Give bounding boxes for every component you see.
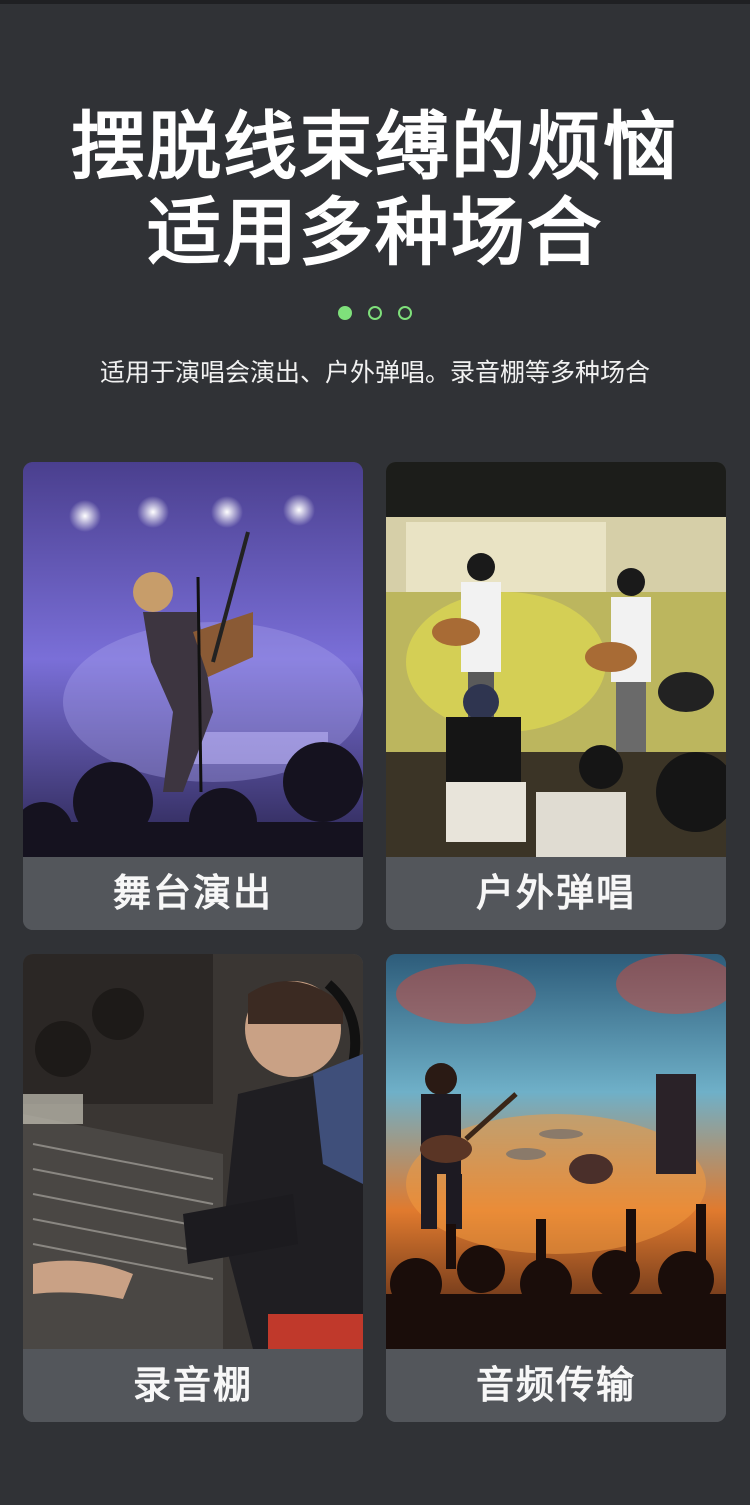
headline-line-2: 适用多种场合	[147, 190, 603, 276]
card-recording-studio[interactable]: 录音棚	[23, 954, 363, 1422]
headline-line-1: 摆脱线束缚的烦恼	[71, 104, 679, 190]
audio-transmission-photo	[386, 954, 726, 1349]
carousel-indicator	[0, 306, 750, 320]
headline: 摆脱线束缚的烦恼 适用多种场合	[0, 104, 750, 276]
subtitle: 适用于演唱会演出、户外弹唱。录音棚等多种场合	[99, 358, 650, 387]
card-caption: 舞台演出	[23, 857, 363, 930]
carousel-dot-1[interactable]	[338, 306, 352, 320]
card-caption: 音频传输	[386, 1349, 726, 1422]
carousel-dot-2[interactable]	[368, 306, 382, 320]
recording-studio-photo	[23, 954, 363, 1349]
card-caption: 录音棚	[23, 1349, 363, 1422]
card-caption: 户外弹唱	[386, 857, 726, 930]
outdoor-busking-photo	[386, 462, 726, 857]
card-audio-transmission[interactable]: 音频传输	[386, 954, 726, 1422]
card-outdoor-busking[interactable]: 户外弹唱	[386, 462, 726, 930]
card-stage-performance[interactable]: 舞台演出	[23, 462, 363, 930]
top-border	[0, 0, 750, 4]
carousel-dot-3[interactable]	[398, 306, 412, 320]
stage-performance-photo	[23, 462, 363, 857]
